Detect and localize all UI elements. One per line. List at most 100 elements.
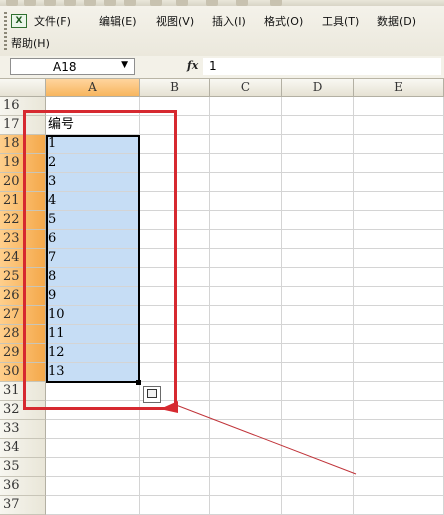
cell-d17[interactable] bbox=[282, 116, 354, 135]
cell-c36[interactable] bbox=[210, 477, 282, 496]
cell-b37[interactable] bbox=[140, 496, 210, 515]
row-header[interactable]: 30 bbox=[0, 363, 46, 382]
row-header[interactable]: 27 bbox=[0, 306, 46, 325]
cell-c28[interactable] bbox=[210, 325, 282, 344]
cell-d34[interactable] bbox=[282, 439, 354, 458]
row-header[interactable]: 24 bbox=[0, 249, 46, 268]
cell-e25[interactable] bbox=[354, 268, 444, 287]
cell-e34[interactable] bbox=[354, 439, 444, 458]
cell-e23[interactable] bbox=[354, 230, 444, 249]
cell-b32[interactable] bbox=[140, 401, 210, 420]
cell-a28[interactable]: 11 bbox=[46, 325, 140, 344]
cell-b19[interactable] bbox=[140, 154, 210, 173]
row-header[interactable]: 26 bbox=[0, 287, 46, 306]
cell-d22[interactable] bbox=[282, 211, 354, 230]
row-header[interactable]: 22 bbox=[0, 211, 46, 230]
row-header[interactable]: 32 bbox=[0, 401, 46, 420]
cell-a35[interactable] bbox=[46, 458, 140, 477]
cell-e28[interactable] bbox=[354, 325, 444, 344]
cell-d28[interactable] bbox=[282, 325, 354, 344]
cell-e27[interactable] bbox=[354, 306, 444, 325]
cell-e37[interactable] bbox=[354, 496, 444, 515]
cell-d27[interactable] bbox=[282, 306, 354, 325]
menu-view[interactable]: 视图(V) bbox=[156, 15, 194, 29]
chevron-down-icon[interactable]: ▼ bbox=[121, 60, 128, 70]
cell-c27[interactable] bbox=[210, 306, 282, 325]
row-header[interactable]: 33 bbox=[0, 420, 46, 439]
cell-a25[interactable]: 8 bbox=[46, 268, 140, 287]
cell-b26[interactable] bbox=[140, 287, 210, 306]
cell-a27[interactable]: 10 bbox=[46, 306, 140, 325]
column-header-c[interactable]: C bbox=[210, 79, 282, 97]
cell-c25[interactable] bbox=[210, 268, 282, 287]
menu-insert[interactable]: 插入(I) bbox=[212, 15, 246, 29]
cell-c31[interactable] bbox=[210, 382, 282, 401]
fill-handle[interactable] bbox=[136, 380, 141, 385]
cell-e33[interactable] bbox=[354, 420, 444, 439]
cell-b23[interactable] bbox=[140, 230, 210, 249]
cell-e35[interactable] bbox=[354, 458, 444, 477]
cell-a29[interactable]: 12 bbox=[46, 344, 140, 363]
cell-e22[interactable] bbox=[354, 211, 444, 230]
cell-a32[interactable] bbox=[46, 401, 140, 420]
cell-d29[interactable] bbox=[282, 344, 354, 363]
cell-a37[interactable] bbox=[46, 496, 140, 515]
cell-b27[interactable] bbox=[140, 306, 210, 325]
cell-c19[interactable] bbox=[210, 154, 282, 173]
cell-e26[interactable] bbox=[354, 287, 444, 306]
cell-b18[interactable] bbox=[140, 135, 210, 154]
cell-a33[interactable] bbox=[46, 420, 140, 439]
cell-a34[interactable] bbox=[46, 439, 140, 458]
cell-c34[interactable] bbox=[210, 439, 282, 458]
row-header[interactable]: 18 bbox=[0, 135, 46, 154]
cell-d30[interactable] bbox=[282, 363, 354, 382]
cell-e30[interactable] bbox=[354, 363, 444, 382]
cell-c26[interactable] bbox=[210, 287, 282, 306]
cell-e17[interactable] bbox=[354, 116, 444, 135]
cell-d33[interactable] bbox=[282, 420, 354, 439]
cell-b30[interactable] bbox=[140, 363, 210, 382]
cell-e29[interactable] bbox=[354, 344, 444, 363]
cell-c35[interactable] bbox=[210, 458, 282, 477]
cell-e36[interactable] bbox=[354, 477, 444, 496]
cell-a18[interactable]: 1 bbox=[46, 135, 140, 154]
cell-c18[interactable] bbox=[210, 135, 282, 154]
cell-a30[interactable]: 13 bbox=[46, 363, 140, 382]
cell-e32[interactable] bbox=[354, 401, 444, 420]
cell-b17[interactable] bbox=[140, 116, 210, 135]
formula-input[interactable]: 1 bbox=[203, 58, 441, 75]
cell-c33[interactable] bbox=[210, 420, 282, 439]
cell-d26[interactable] bbox=[282, 287, 354, 306]
row-header[interactable]: 20 bbox=[0, 173, 46, 192]
cell-d23[interactable] bbox=[282, 230, 354, 249]
auto-fill-options-icon[interactable] bbox=[143, 386, 161, 403]
cell-d20[interactable] bbox=[282, 173, 354, 192]
row-header[interactable]: 19 bbox=[0, 154, 46, 173]
cell-c32[interactable] bbox=[210, 401, 282, 420]
cell-e20[interactable] bbox=[354, 173, 444, 192]
row-header[interactable]: 34 bbox=[0, 439, 46, 458]
cell-e21[interactable] bbox=[354, 192, 444, 211]
cell-e31[interactable] bbox=[354, 382, 444, 401]
menu-format[interactable]: 格式(O) bbox=[264, 15, 303, 29]
row-header[interactable]: 29 bbox=[0, 344, 46, 363]
column-header-e[interactable]: E bbox=[354, 79, 444, 97]
row-header[interactable]: 25 bbox=[0, 268, 46, 287]
name-box[interactable]: A18 ▼ bbox=[10, 58, 135, 75]
menu-file[interactable]: 文件(F) bbox=[34, 15, 71, 29]
cell-e24[interactable] bbox=[354, 249, 444, 268]
cell-a19[interactable]: 2 bbox=[46, 154, 140, 173]
cell-e18[interactable] bbox=[354, 135, 444, 154]
cell-c29[interactable] bbox=[210, 344, 282, 363]
row-header[interactable]: 21 bbox=[0, 192, 46, 211]
cell-b20[interactable] bbox=[140, 173, 210, 192]
cell-d18[interactable] bbox=[282, 135, 354, 154]
cell-b36[interactable] bbox=[140, 477, 210, 496]
cell-e19[interactable] bbox=[354, 154, 444, 173]
cell-a22[interactable]: 5 bbox=[46, 211, 140, 230]
cell-d21[interactable] bbox=[282, 192, 354, 211]
cell-b22[interactable] bbox=[140, 211, 210, 230]
excel-sheet-icon[interactable]: X bbox=[11, 14, 27, 28]
cell-b34[interactable] bbox=[140, 439, 210, 458]
menu-data[interactable]: 数据(D) bbox=[377, 15, 416, 29]
